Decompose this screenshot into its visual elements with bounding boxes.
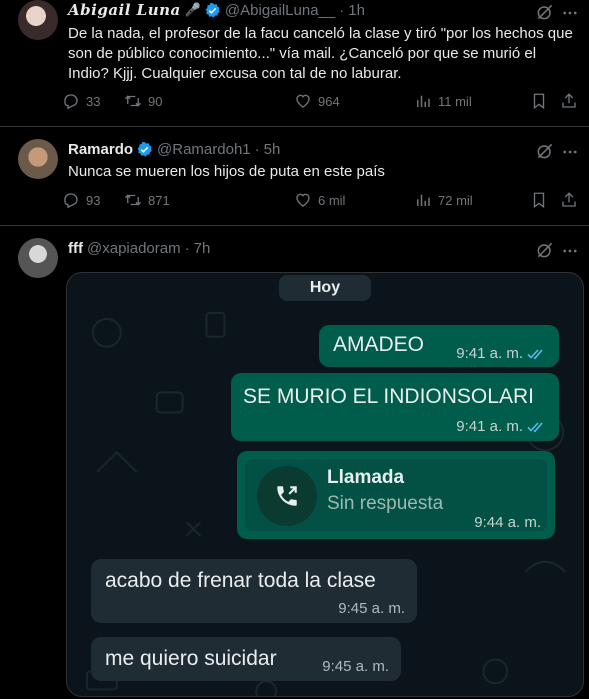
views-icon xyxy=(414,191,432,209)
tweet-header: Abigail Luna 🎤 @AbigailLuna__ · 1h xyxy=(68,1,365,19)
chat-message-incoming: me quiero suicidar 9:45 a. m. xyxy=(91,637,401,681)
tweet-time[interactable]: 5h xyxy=(264,141,281,158)
reply-icon xyxy=(62,92,80,110)
display-name[interactable]: Ramardo xyxy=(68,141,133,158)
like-count: 6 mil xyxy=(318,192,346,208)
retweet-count: 90 xyxy=(148,93,163,109)
message-text: acabo de frenar toda la clase xyxy=(105,569,376,592)
view-count: 72 mil xyxy=(438,192,473,208)
views-button[interactable]: 72 mil xyxy=(414,191,473,209)
views-button[interactable]: 11 mil xyxy=(414,92,472,110)
grok-icon[interactable] xyxy=(535,141,555,161)
avatar[interactable] xyxy=(18,139,58,179)
message-meta: 9:41 a. m. xyxy=(456,345,547,362)
verified-badge-icon xyxy=(204,2,221,19)
message-meta: 9:44 a. m. xyxy=(474,514,541,531)
tweet-text: Nunca se mueren los hijos de puta en est… xyxy=(68,163,385,180)
bookmark-button[interactable] xyxy=(530,191,548,209)
message-text: SE MURIO EL INDIONSOLARI xyxy=(243,385,534,408)
views-icon xyxy=(414,92,432,110)
display-name[interactable]: fff xyxy=(68,240,83,257)
retweet-button[interactable]: 871 xyxy=(124,191,170,209)
message-time: 9:41 a. m. xyxy=(456,418,523,435)
retweet-count: 871 xyxy=(148,192,170,208)
chat-message-outgoing: AMADEO 9:41 a. m. xyxy=(319,325,559,367)
user-handle[interactable]: @Ramardoh1 xyxy=(157,141,251,158)
chat-call-message: Llamada Sin respuesta 9:44 a. m. xyxy=(237,451,555,539)
chat-message-incoming: acabo de frenar toda la clase 9:45 a. m. xyxy=(91,559,417,623)
display-name[interactable]: Abigail Luna xyxy=(68,1,181,19)
like-count: 964 xyxy=(318,93,340,109)
reply-count: 93 xyxy=(86,192,101,208)
tweet-header: Ramardo @Ramardoh1 · 5h xyxy=(68,141,280,158)
tweet-media-image[interactable]: Hoy AMADEO 9:41 a. m. SE MURIO EL INDION… xyxy=(66,272,584,697)
reply-button[interactable]: 33 xyxy=(62,92,100,110)
user-handle[interactable]: @AbigailLuna__ xyxy=(225,2,335,19)
message-time: 9:45 a. m. xyxy=(338,600,405,617)
share-icon xyxy=(560,92,578,110)
bookmark-button[interactable] xyxy=(530,92,548,110)
grok-icon[interactable] xyxy=(535,240,555,260)
reply-count: 33 xyxy=(86,93,101,109)
grok-icon[interactable] xyxy=(535,2,555,22)
read-ticks-icon xyxy=(527,348,547,360)
heart-icon xyxy=(294,92,312,110)
message-text: me quiero suicidar xyxy=(105,647,277,670)
reply-icon xyxy=(62,191,80,209)
message-time: 9:41 a. m. xyxy=(456,345,523,362)
message-meta: 9:45 a. m. xyxy=(322,658,389,675)
more-options-icon[interactable] xyxy=(561,4,579,22)
tweet-actions: 33 90 964 11 mil xyxy=(62,92,581,116)
tweet-header: fff @xapiadoram · 7h xyxy=(68,240,210,257)
share-button[interactable] xyxy=(560,92,578,110)
user-handle[interactable]: @xapiadoram xyxy=(87,240,181,257)
message-text: AMADEO xyxy=(333,333,425,356)
avatar[interactable] xyxy=(18,0,58,40)
call-title: Llamada xyxy=(327,467,405,488)
share-icon xyxy=(560,191,578,209)
tweet-time[interactable]: 7h xyxy=(194,240,211,257)
message-meta: 9:41 a. m. xyxy=(456,418,547,435)
date-chip: Hoy xyxy=(279,275,371,301)
message-time: 9:45 a. m. xyxy=(322,658,389,675)
like-button[interactable]: 6 mil xyxy=(294,191,345,209)
tweet[interactable]: Ramardo @Ramardoh1 · 5h Nunca se mueren … xyxy=(0,127,589,226)
call-status: Sin respuesta xyxy=(327,493,444,514)
microphone-icon: 🎤 xyxy=(184,2,201,17)
retweet-button[interactable]: 90 xyxy=(124,92,162,110)
separator-dot: · xyxy=(254,141,260,158)
avatar[interactable] xyxy=(18,238,58,278)
heart-icon xyxy=(294,191,312,209)
verified-badge-icon xyxy=(136,141,153,158)
share-button[interactable] xyxy=(560,191,578,209)
like-button[interactable]: 964 xyxy=(294,92,340,110)
tweet[interactable]: Abigail Luna 🎤 @AbigailLuna__ · 1h De la… xyxy=(0,0,589,127)
chat-message-outgoing: SE MURIO EL INDIONSOLARI 9:41 a. m. xyxy=(231,373,559,441)
tweet-time[interactable]: 1h xyxy=(348,2,365,19)
bookmark-icon xyxy=(530,92,548,110)
message-meta: 9:45 a. m. xyxy=(338,600,405,617)
separator-dot: · xyxy=(184,240,190,257)
retweet-icon xyxy=(124,191,142,209)
tweet-actions: 93 871 6 mil 72 mil xyxy=(62,191,581,215)
reply-button[interactable]: 93 xyxy=(62,191,100,209)
tweet[interactable]: fff @xapiadoram · 7h Hoy AMADEO 9:41 a. … xyxy=(0,226,589,699)
more-options-icon[interactable] xyxy=(561,242,579,260)
outgoing-call-icon xyxy=(257,466,317,526)
message-time: 9:44 a. m. xyxy=(474,514,541,531)
read-ticks-icon xyxy=(527,421,547,433)
retweet-icon xyxy=(124,92,142,110)
more-options-icon[interactable] xyxy=(561,143,579,161)
bookmark-icon xyxy=(530,191,548,209)
separator-dot: · xyxy=(339,1,345,19)
view-count: 11 mil xyxy=(438,93,472,109)
tweet-text: De la nada, el profesor de la facu cance… xyxy=(68,25,573,82)
